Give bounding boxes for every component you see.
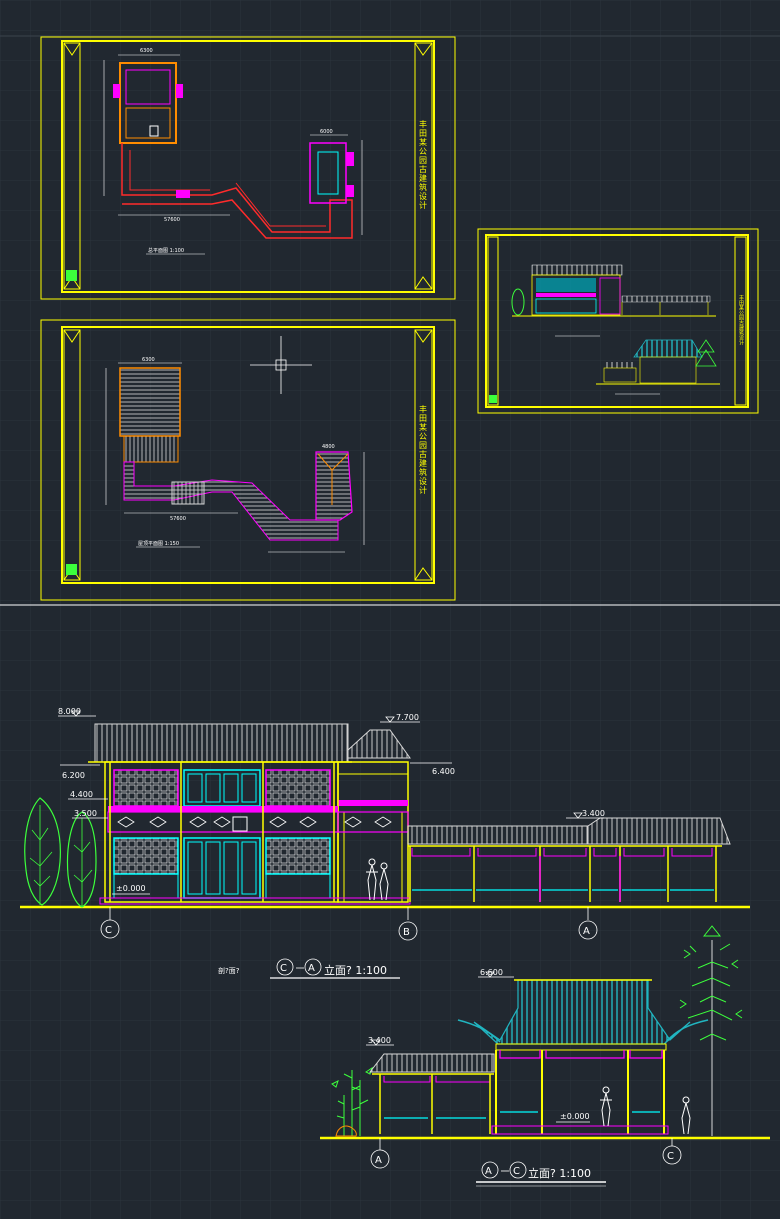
dim-pavilion-text: 6000: [320, 129, 333, 135]
svg-text:3.400: 3.400: [368, 1036, 391, 1045]
corridor-roof: [368, 1053, 495, 1073]
svg-text:8.000: 8.000: [58, 707, 81, 716]
svg-text:±0.000: ±0.000: [116, 884, 146, 893]
plan-door-4: [346, 152, 354, 166]
main-roof: [94, 723, 349, 763]
svg-text:±0.000: ±0.000: [560, 1112, 590, 1121]
svg-text:C: C: [667, 1151, 674, 1162]
svg-text:6.600: 6.600: [480, 968, 503, 977]
plan-caption: 屋顶平面图 1:150: [138, 541, 179, 547]
level-marker-ground: ±0.000: [112, 884, 150, 895]
corridor-roof-1: [407, 825, 589, 845]
caption-text: 立面? 1:100: [324, 963, 387, 977]
caption-axis-left: A: [485, 1166, 492, 1177]
title-block-text: 丰田某公园古建筑设计: [419, 404, 428, 495]
svg-text:C: C: [105, 925, 112, 936]
caption-prefix: 剖?面?: [218, 966, 240, 975]
gable-band: [338, 800, 408, 806]
dim-bottom-text: 57600: [164, 217, 180, 223]
svg-text:3.400: 3.400: [582, 809, 605, 818]
svg-text:A: A: [375, 1155, 382, 1166]
roof-main-eave: [123, 435, 179, 463]
dim-top-text: 6300: [140, 48, 153, 54]
plan-door-1: [113, 84, 120, 98]
upper-window-right: [265, 769, 331, 807]
logo-mark: [489, 395, 497, 403]
title-block-text: 丰田某公园古建筑设计: [738, 294, 744, 346]
lower-window-right: [265, 837, 331, 875]
plan-door-5: [346, 185, 354, 197]
plan-caption: 总平面图 1:100: [148, 247, 184, 254]
cad-drawing-canvas: 丰田某公园古建筑设计 6300 57600 6000 总平面图 1:100 丰田…: [0, 0, 780, 1219]
logo-mark: [66, 270, 77, 281]
corridor-roof-2: [587, 817, 731, 845]
svg-text:6.400: 6.400: [432, 767, 455, 776]
caption-text: 立面? 1:100: [528, 1166, 591, 1180]
svg-text:7.700: 7.700: [396, 713, 419, 722]
caption-axis-left: C: [280, 963, 287, 974]
dim-right-text: 4800: [322, 444, 335, 450]
roof-corridor-block: [171, 481, 205, 505]
plan-door-2: [176, 84, 183, 98]
plan-door-3: [176, 190, 190, 198]
upper-window-left: [113, 769, 179, 807]
svg-text:6.200: 6.200: [62, 771, 85, 780]
roof-pavilion: [315, 451, 353, 521]
balcony-rail: [108, 806, 338, 812]
logo-mark: [66, 564, 77, 575]
caption-axis-right: C: [513, 1166, 520, 1177]
dim-top-text: 6300: [142, 357, 155, 363]
caption-axis-right: A: [308, 963, 315, 974]
roof-main: [119, 367, 181, 437]
svg-text:4.400: 4.400: [70, 790, 93, 799]
level-marker-ground: ±0.000: [556, 1112, 590, 1123]
title-block-text: 丰田某公园古建筑设计: [419, 119, 428, 210]
level-marker-corridor: 3.400: [366, 1036, 394, 1046]
svg-text:B: B: [403, 927, 410, 938]
lower-window-left: [113, 837, 179, 875]
dim-bottom-text: 57600: [170, 516, 186, 522]
svg-text:A: A: [583, 926, 590, 937]
svg-text:3.500: 3.500: [74, 809, 97, 818]
